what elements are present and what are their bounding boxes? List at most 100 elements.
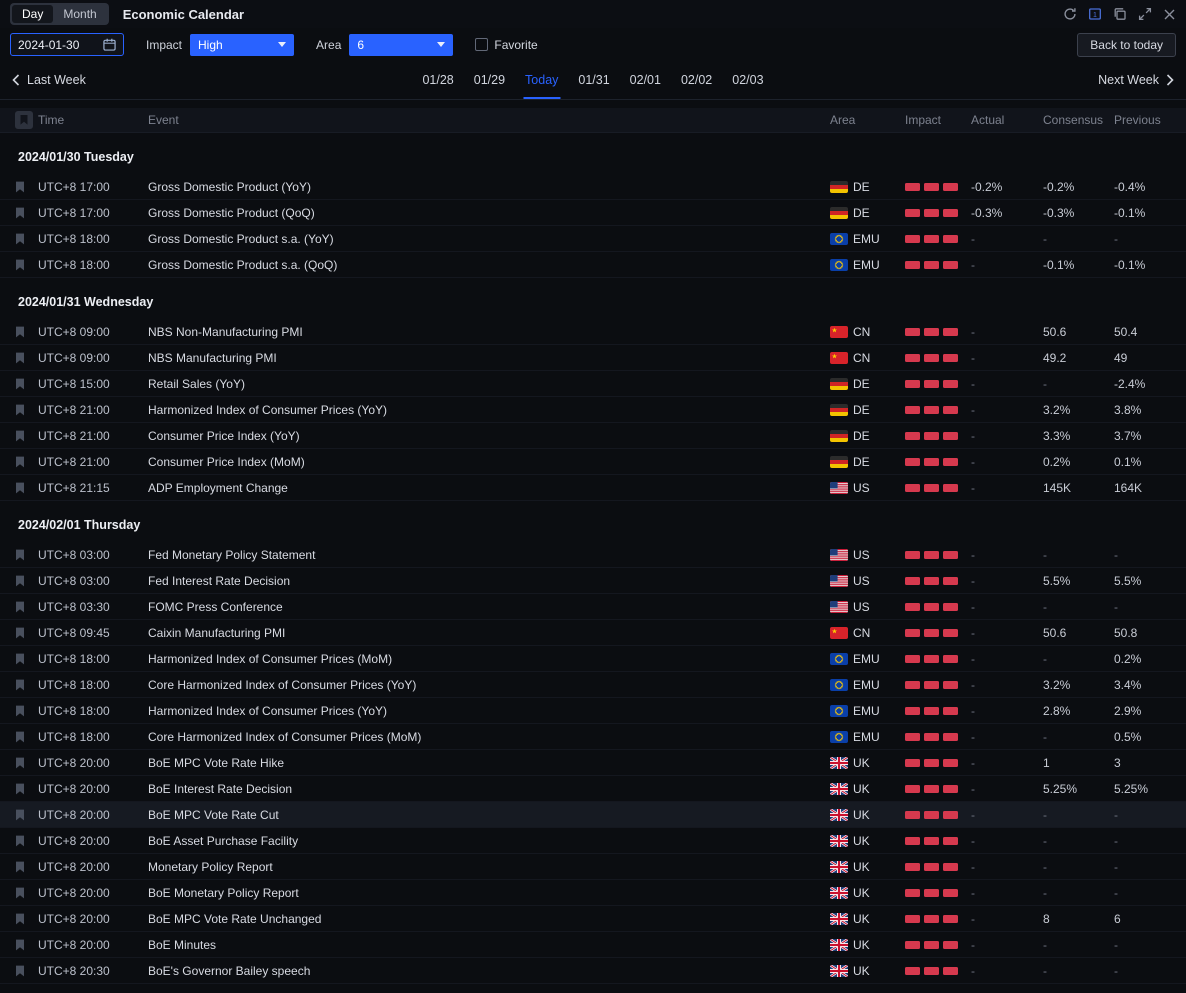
day-toggle-button[interactable]: Day (12, 5, 54, 23)
event-row[interactable]: UTC+8 20:00 BoE Asset Purchase Facility UK… (0, 828, 1186, 854)
event-row[interactable]: UTC+8 21:00 Consumer Price Index (MoM) DE -… (0, 449, 1186, 475)
event-row[interactable]: UTC+8 03:00 Fed Monetary Policy Statement… (0, 542, 1186, 568)
popout-icon[interactable] (1113, 7, 1127, 21)
event-row[interactable]: UTC+8 03:30 FOMC Press Conference US - - - (0, 594, 1186, 620)
event-row[interactable]: UTC+8 17:00 Gross Domestic Product (QoQ) D… (0, 200, 1186, 226)
bookmark-icon[interactable] (15, 887, 25, 899)
area-code: EMU (853, 651, 880, 666)
bookmark-icon[interactable] (15, 757, 25, 769)
event-row[interactable]: UTC+8 18:00 Core Harmonized Index of Cons… (0, 724, 1186, 750)
event-row[interactable]: UTC+8 18:00 Gross Domestic Product s.a. (… (0, 252, 1186, 278)
event-row[interactable]: UTC+8 20:00 BoE MPC Vote Rate Cut UK - - - (0, 802, 1186, 828)
date-section-header: 2024/01/30 Tuesday (18, 150, 134, 164)
event-name: Harmonized Index of Consumer Prices (YoY… (148, 402, 387, 417)
last-week-button[interactable]: Last Week (12, 73, 86, 87)
favorite-checkbox[interactable]: Favorite (475, 38, 538, 52)
event-name: Gross Domestic Product (YoY) (148, 179, 311, 194)
bookmark-icon[interactable] (15, 601, 25, 613)
bookmark-icon[interactable] (15, 965, 25, 977)
event-area: EMU (830, 258, 905, 272)
event-name: BoE MPC Vote Rate Unchanged (148, 911, 322, 926)
event-row[interactable]: UTC+8 20:30 BoE's Governor Bailey speech U… (0, 958, 1186, 984)
bookmark-icon[interactable] (15, 783, 25, 795)
bookmark-icon[interactable] (15, 233, 25, 245)
bookmark-icon[interactable] (15, 731, 25, 743)
bookmark-icon[interactable] (15, 809, 25, 821)
date-input[interactable]: 2024-01-30 (10, 33, 124, 56)
bookmark-icon[interactable] (15, 404, 25, 416)
event-row[interactable]: UTC+8 21:15 ADP Employment Change US - 145K 1… (0, 475, 1186, 501)
bookmark-icon[interactable] (15, 456, 25, 468)
bookmark-icon[interactable] (15, 627, 25, 639)
event-row[interactable]: UTC+8 20:00 BoE Monetary Policy Report UK -… (0, 880, 1186, 906)
bookmark-icon[interactable] (15, 352, 25, 364)
bookmark-icon[interactable] (15, 326, 25, 338)
event-time: UTC+8 21:00 (38, 428, 110, 443)
event-row[interactable]: UTC+8 21:00 Consumer Price Index (YoY) DE -… (0, 423, 1186, 449)
event-row[interactable]: UTC+8 09:00 NBS Non-Manufacturing PMI CN - 5… (0, 319, 1186, 345)
week-navigation: Last Week 01/28 01/29 Today 01/31 02/01 02/02… (0, 61, 1186, 100)
event-row[interactable]: UTC+8 18:00 Gross Domestic Product s.a. (… (0, 226, 1186, 252)
bookmark-icon[interactable] (15, 549, 25, 561)
bookmark-icon[interactable] (15, 679, 25, 691)
day-tab-today[interactable]: Today (519, 61, 564, 99)
event-row[interactable]: UTC+8 15:00 Retail Sales (YoY) DE - - -2.4% (0, 371, 1186, 397)
event-time: UTC+8 03:00 (38, 547, 110, 562)
bookmark-icon[interactable] (15, 939, 25, 951)
bookmark-icon[interactable] (15, 181, 25, 193)
bookmark-icon[interactable] (15, 705, 25, 717)
area-filter-label: Area (316, 37, 342, 52)
event-row[interactable]: UTC+8 09:00 NBS Manufacturing PMI CN - 49.2 4… (0, 345, 1186, 371)
area-code: EMU (853, 677, 880, 692)
previous-value: 2.9% (1114, 703, 1142, 718)
day-tab-01-31[interactable]: 01/31 (572, 61, 615, 99)
fullscreen-icon[interactable] (1138, 7, 1152, 21)
refresh-icon[interactable] (1063, 7, 1077, 21)
bookmark-icon[interactable] (15, 207, 25, 219)
bookmark-icon[interactable] (15, 653, 25, 665)
event-area: DE (830, 429, 905, 443)
event-row[interactable]: UTC+8 20:00 BoE MPC Vote Rate Hike UK - 1 3 (0, 750, 1186, 776)
event-row[interactable]: UTC+8 18:00 Core Harmonized Index of Cons… (0, 672, 1186, 698)
previous-value: 5.5% (1114, 573, 1142, 588)
checkbox-box[interactable] (475, 38, 489, 51)
event-row[interactable]: UTC+8 03:00 Fed Interest Rate Decision US -… (0, 568, 1186, 594)
impact-select[interactable]: High (190, 33, 295, 56)
day-tab-02-03[interactable]: 02/03 (726, 61, 769, 99)
month-toggle-button[interactable]: Month (53, 5, 106, 23)
consensus-value: 5.25% (1043, 781, 1078, 796)
bookmark-all-icon[interactable] (15, 111, 33, 129)
event-row[interactable]: UTC+8 20:00 BoE Minutes UK - - - (0, 932, 1186, 958)
bookmark-icon[interactable] (15, 259, 25, 271)
day-tab-01-28[interactable]: 01/28 (416, 61, 459, 99)
close-icon[interactable] (1163, 8, 1176, 21)
bookmark-icon[interactable] (15, 482, 25, 494)
consensus-value: - (1043, 231, 1047, 246)
day-tab-02-01[interactable]: 02/01 (624, 61, 667, 99)
back-to-today-button[interactable]: Back to today (1077, 32, 1176, 57)
event-row[interactable]: UTC+8 18:00 Harmonized Index of Consumer … (0, 646, 1186, 672)
bookmark-icon[interactable] (15, 575, 25, 587)
area-code: US (853, 480, 870, 495)
bookmark-icon[interactable] (15, 430, 25, 442)
event-row[interactable]: UTC+8 20:00 BoE MPC Vote Rate Unchanged UK… (0, 906, 1186, 932)
bookmark-icon[interactable] (15, 835, 25, 847)
event-row[interactable]: UTC+8 18:00 Harmonized Index of Consumer … (0, 698, 1186, 724)
event-row[interactable]: UTC+8 21:00 Harmonized Index of Consumer … (0, 397, 1186, 423)
actual-value: - (971, 963, 975, 978)
event-row[interactable]: UTC+8 09:45 Caixin Manufacturing PMI CN - 50… (0, 620, 1186, 646)
area-select[interactable]: 6 (349, 33, 454, 56)
bookmark-icon[interactable] (15, 861, 25, 873)
day-tab-02-02[interactable]: 02/02 (675, 61, 718, 99)
event-row[interactable]: UTC+8 20:00 BoE Interest Rate Decision UK -… (0, 776, 1186, 802)
previous-value: - (1114, 833, 1118, 848)
area-code: UK (853, 937, 870, 952)
panel-one-icon[interactable]: 1 (1088, 7, 1102, 21)
bookmark-icon[interactable] (15, 378, 25, 390)
event-row[interactable]: UTC+8 20:00 Monetary Policy Report UK - - - (0, 854, 1186, 880)
bookmark-icon[interactable] (15, 913, 25, 925)
day-tab-01-29[interactable]: 01/29 (468, 61, 511, 99)
event-time: UTC+8 20:00 (38, 807, 110, 822)
event-row[interactable]: UTC+8 17:00 Gross Domestic Product (YoY) D… (0, 174, 1186, 200)
next-week-button[interactable]: Next Week (1098, 73, 1174, 87)
